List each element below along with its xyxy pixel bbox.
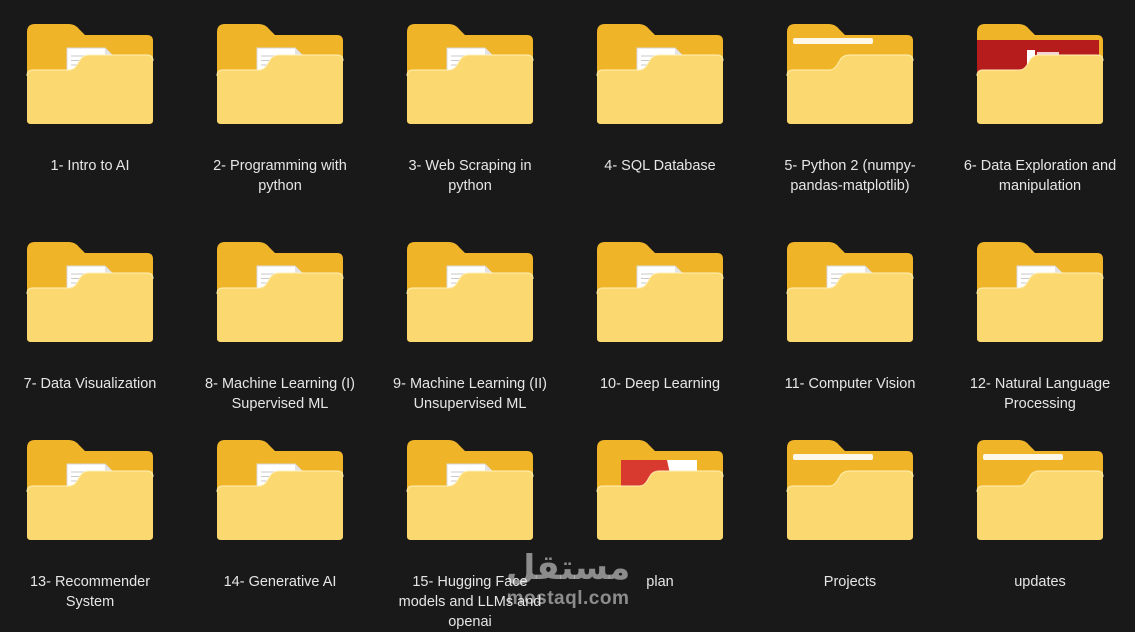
folder-label: 12- Natural Language Processing [969, 376, 1111, 412]
folder-label: 4- SQL Database [604, 158, 716, 174]
folder-with-document-icon [23, 436, 157, 544]
folder-with-document-icon [403, 238, 537, 346]
folder-icon [783, 436, 917, 544]
folder-label: 3- Web Scraping in python [408, 158, 532, 194]
folder-label: 13- Recommender System [29, 574, 151, 610]
paper-edge [983, 454, 1063, 460]
folder-item[interactable]: 10- Deep Learning [575, 238, 745, 394]
folder-item[interactable]: 9- Machine Learning (II) Unsupervised ML [385, 238, 555, 414]
folder-label: 2- Programming with python [213, 158, 347, 194]
folder-item[interactable]: 12- Natural Language Processing [955, 238, 1125, 414]
folder-label: 14- Generative AI [223, 574, 337, 590]
folder-label: 7- Data Visualization [23, 376, 157, 392]
folder-with-document-icon [783, 238, 917, 346]
folder-with-document-icon [973, 238, 1107, 346]
folder-with-document-icon [213, 436, 347, 544]
folder-label: updates [1014, 574, 1066, 590]
folder-label: 10- Deep Learning [599, 376, 721, 392]
folder-label: 6- Data Exploration and manipulation [963, 158, 1117, 194]
folder-item[interactable]: 4- SQL Database [575, 20, 745, 176]
watermark-logo: مستقل [505, 548, 631, 588]
folder-item[interactable]: updates [955, 436, 1125, 592]
folder-label: 5- Python 2 (numpy-pandas-matplotlib) [784, 158, 916, 194]
folder-with-document-icon [213, 20, 347, 128]
folder-with-document-icon [23, 20, 157, 128]
folder-with-document-icon [593, 238, 727, 346]
folder-with-document-icon [403, 436, 537, 544]
folder-with-document-icon [213, 238, 347, 346]
folder-item[interactable]: 13- Recommender System [5, 436, 175, 612]
folder-label: 1- Intro to AI [50, 158, 130, 174]
folder-item[interactable]: Projects [765, 436, 935, 592]
folder-icon [973, 436, 1107, 544]
folder-icon [783, 20, 917, 128]
paper-edge [793, 454, 873, 460]
folder-item[interactable]: 1- Intro to AI [5, 20, 175, 176]
folder-item[interactable]: 5- Python 2 (numpy-pandas-matplotlib) [765, 20, 935, 196]
folder-item[interactable]: 2- Programming with python [195, 20, 365, 196]
folder-item[interactable]: 3- Web Scraping in python [385, 20, 555, 196]
folder-with-document-icon [403, 20, 537, 128]
paper-edge [793, 38, 873, 44]
folder-item[interactable]: 7- Data Visualization [5, 238, 175, 394]
folder-item[interactable]: 14- Generative AI [195, 436, 365, 592]
folder-label: 11- Computer Vision [784, 376, 916, 392]
watermark: مستقل mostaql.com [478, 548, 658, 610]
folder-with-document-icon [23, 238, 157, 346]
file-explorer-grid: 1- Intro to AI 2- Programming with python… [0, 0, 1135, 631]
folder-label: Projects [823, 574, 877, 590]
folder-label: 9- Machine Learning (II) Unsupervised ML [393, 376, 547, 412]
folder-item[interactable]: Data Exploration 6- Data Exploration and … [955, 20, 1125, 196]
folder-item[interactable]: 8- Machine Learning (I) Supervised ML [195, 238, 365, 414]
folder-with-pdf-icon: PDF [593, 436, 727, 544]
folder-item[interactable]: 11- Computer Vision [765, 238, 935, 394]
folder-label: 8- Machine Learning (I) Supervised ML [205, 376, 355, 412]
watermark-url: mostaql.com [506, 588, 630, 609]
folder-with-document-icon [593, 20, 727, 128]
folder-with-slide-preview-icon: Data Exploration [973, 20, 1107, 128]
